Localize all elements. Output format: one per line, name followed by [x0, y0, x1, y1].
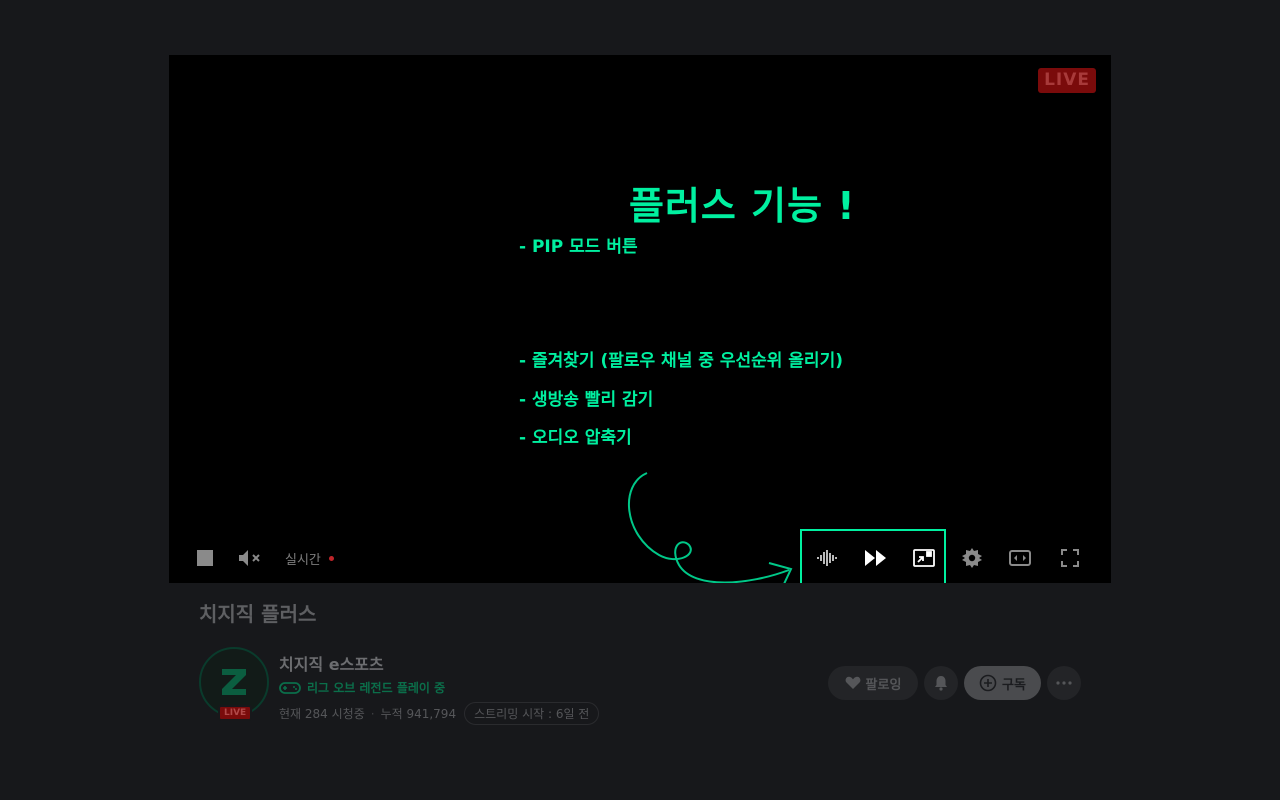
- category-link[interactable]: 리그 오브 레전드 플레이 중: [279, 679, 445, 696]
- heart-icon: [845, 676, 860, 689]
- channel-logo-icon: [222, 669, 246, 695]
- channel-avatar[interactable]: LIVE: [199, 647, 269, 721]
- cumulative-count: 누적 941,794: [380, 707, 457, 721]
- realtime-indicator[interactable]: 실시간: [285, 549, 334, 568]
- following-label: 팔로잉: [865, 677, 902, 693]
- settings-icon[interactable]: [961, 546, 983, 570]
- channel-name[interactable]: 치지직 e스포츠: [279, 651, 384, 675]
- pip-icon[interactable]: [912, 546, 936, 570]
- viewer-count: 현재 284 시청중: [279, 707, 365, 721]
- wide-mode-icon[interactable]: [1009, 546, 1031, 570]
- following-button[interactable]: 팔로잉: [828, 666, 918, 700]
- more-button[interactable]: [1047, 666, 1081, 700]
- realtime-label: 실시간: [285, 553, 321, 568]
- fast-forward-icon[interactable]: [863, 546, 889, 570]
- stop-icon[interactable]: [195, 546, 215, 570]
- more-icon: [1056, 681, 1072, 685]
- gamepad-icon: [279, 681, 301, 694]
- stream-stats: 현재 284 시청중 · 누적 941,794 스트리밍 시작 : 6일 전: [279, 702, 600, 725]
- audio-compressor-icon[interactable]: [816, 546, 840, 570]
- stream-title: 치지직 플러스: [199, 602, 317, 626]
- mute-icon[interactable]: [237, 546, 263, 570]
- video-player[interactable]: LIVE 플러스 기능 ! - PIP 모드 버튼 - 즐겨찾기 (팔로우 채널…: [169, 55, 1111, 583]
- category-label: 리그 오브 레전드 플레이 중: [307, 681, 446, 695]
- annotation-arrow: [627, 472, 793, 583]
- stream-start-pill: 스트리밍 시작 : 6일 전: [464, 702, 600, 725]
- notification-button[interactable]: [924, 666, 958, 700]
- avatar-live-badge: LIVE: [218, 705, 253, 721]
- fullscreen-icon[interactable]: [1059, 546, 1081, 570]
- subscribe-button[interactable]: 구독: [964, 666, 1041, 700]
- subscribe-label: 구독: [1002, 677, 1026, 693]
- bell-icon: [935, 676, 947, 691]
- live-dot: [328, 556, 334, 561]
- separator: ·: [370, 706, 375, 721]
- plus-circle-icon: [979, 674, 997, 692]
